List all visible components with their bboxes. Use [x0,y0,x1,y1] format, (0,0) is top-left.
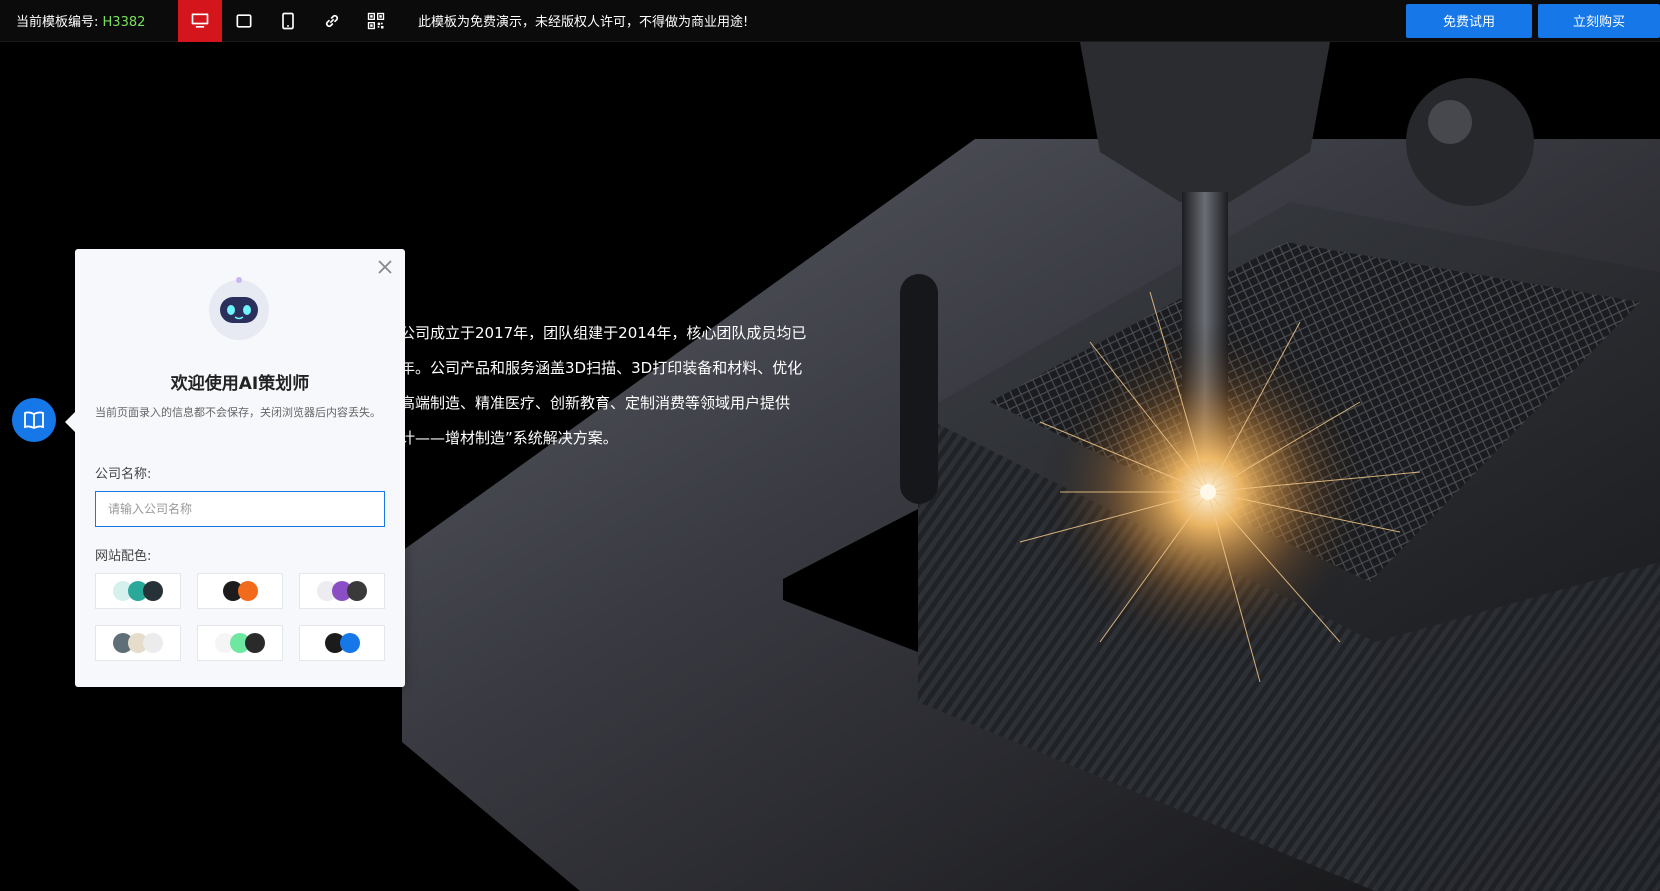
tablet-landscape-icon [236,13,252,28]
color-palette-option[interactable] [299,573,385,609]
close-icon[interactable] [375,257,395,277]
panel-pointer [65,412,75,432]
link-icon [325,14,339,27]
template-code-prefix: 当前模板编号: [16,15,99,30]
ai-planner-toggle-button[interactable] [12,398,56,442]
free-trial-button[interactable]: 免费试用 [1406,3,1532,38]
color-dot [143,581,163,601]
book-icon [24,411,44,430]
company-name-label: 公司名称: [95,467,152,482]
panel-title: 欢迎使用AI策划师 [170,374,310,394]
qrcode-button[interactable] [354,0,398,42]
top-actions: 免费试用 立刻购买 [1406,3,1660,38]
desktop-icon [191,13,209,28]
device-tablet-portrait-button[interactable] [266,0,310,42]
color-dot [339,633,360,653]
color-palette-option[interactable] [299,625,385,661]
color-palette-grid [95,573,385,661]
top-bar: 当前模板编号: H3382 此模板为免费演示，未经版权人许可，不得做为商业用途!… [0,0,1660,42]
ai-planner-panel: 欢迎使用AI策划师 当前页面录入的信息都不会保存，关闭浏览器后内容丢失。 公司名… [65,249,405,687]
hero-intro-text: 公司成立于2017年，团队组建于2014年，核心团队成员均已 年。公司产品和服务… [400,316,832,456]
hero-text-line: 年。公司产品和服务涵盖3D扫描、3D打印装备和材料、优化 [400,359,803,377]
color-dot [237,581,258,601]
hero-text-line: 计——增材制造”系统解决方案。 [400,429,618,447]
template-code-value: H3382 [102,15,146,30]
device-desktop-button[interactable] [178,0,222,42]
color-palette-option[interactable] [95,573,181,609]
hero-text-line: 公司成立于2017年，团队组建于2014年，核心团队成员均已 [400,324,807,342]
company-name-input[interactable] [95,491,385,527]
color-dot [245,633,265,653]
color-palette-option[interactable] [197,573,283,609]
site-color-label: 网站配色: [95,549,152,564]
panel-description: 当前页面录入的信息都不会保存，关闭浏览器后内容丢失。 [95,406,381,419]
device-tablet-landscape-button[interactable] [222,0,266,42]
template-code-label: 当前模板编号: H3382 [0,11,178,30]
color-dot [347,581,367,601]
color-dot [143,633,163,653]
buy-now-button[interactable]: 立刻购买 [1538,3,1660,38]
license-notice: 此模板为免费演示，未经版权人许可，不得做为商业用途! [418,15,749,30]
robot-avatar-icon [209,277,269,340]
tablet-portrait-icon [282,12,294,29]
qrcode-icon [367,12,385,29]
link-button[interactable] [310,0,354,42]
hero-text-line: 高端制造、精准医疗、创新教育、定制消费等领域用户提供 [400,394,791,412]
color-palette-option[interactable] [197,625,283,661]
color-palette-option[interactable] [95,625,181,661]
